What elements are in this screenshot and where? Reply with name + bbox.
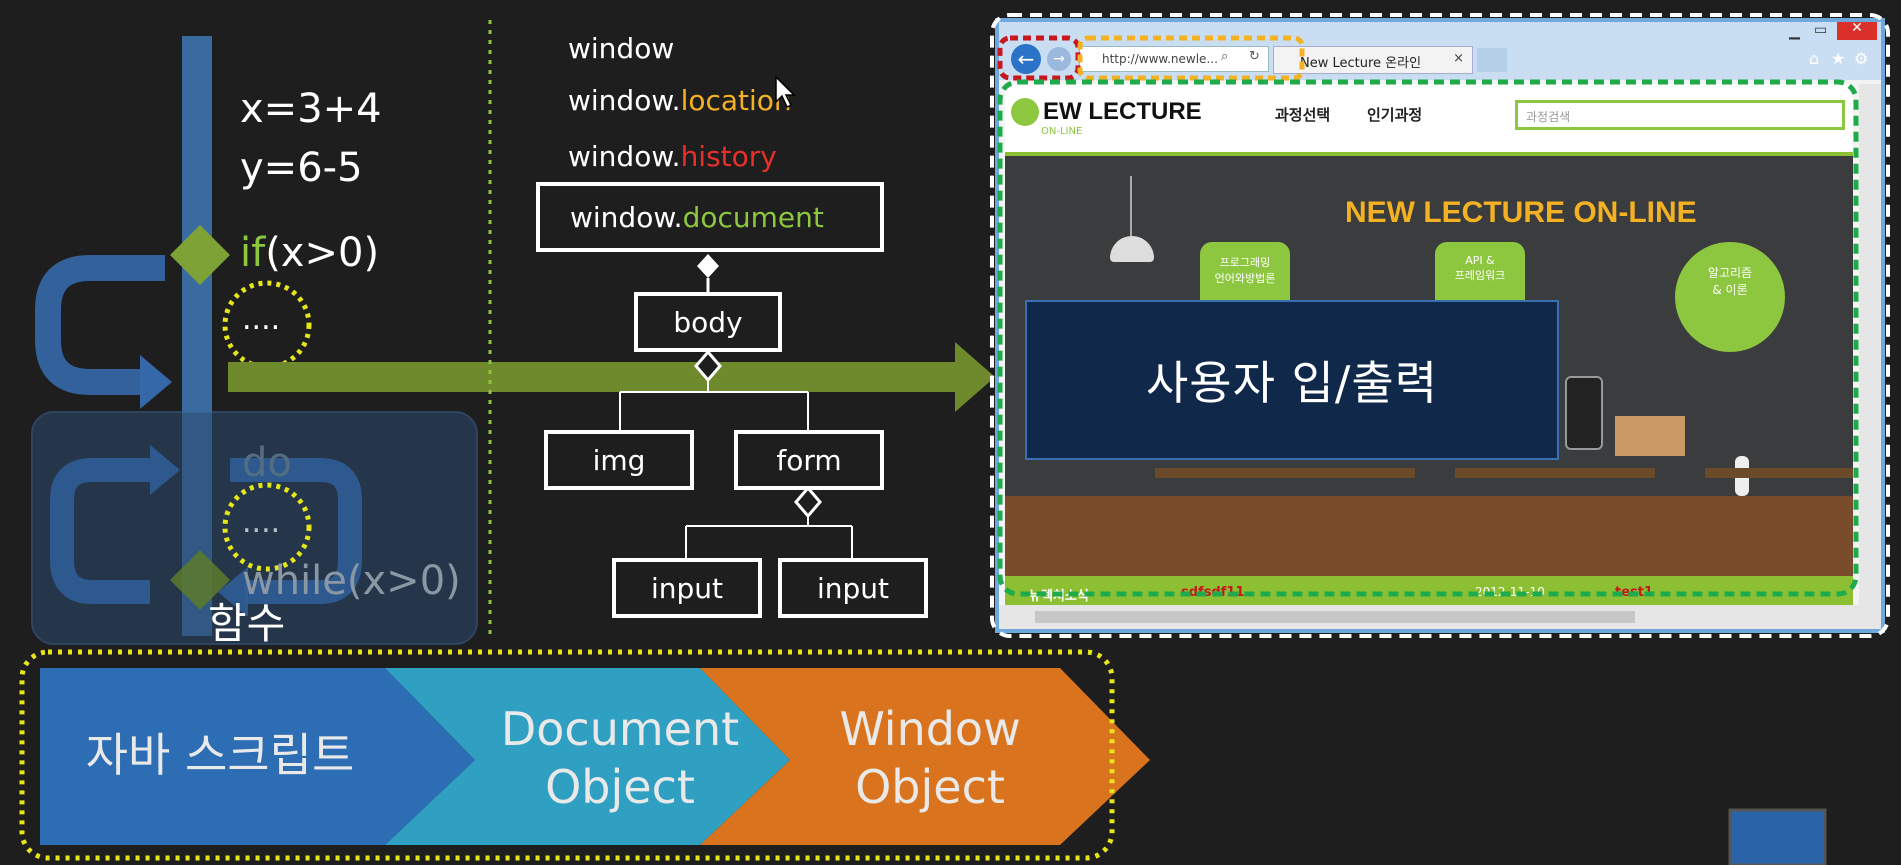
flow-step-window-object: Window Object	[839, 702, 1021, 814]
user-io-popup: 사용자 입/출력	[1025, 300, 1559, 460]
flow-step-document-object: Document Object	[500, 702, 740, 814]
flow-step-javascript: 자바 스크립트	[85, 728, 355, 782]
